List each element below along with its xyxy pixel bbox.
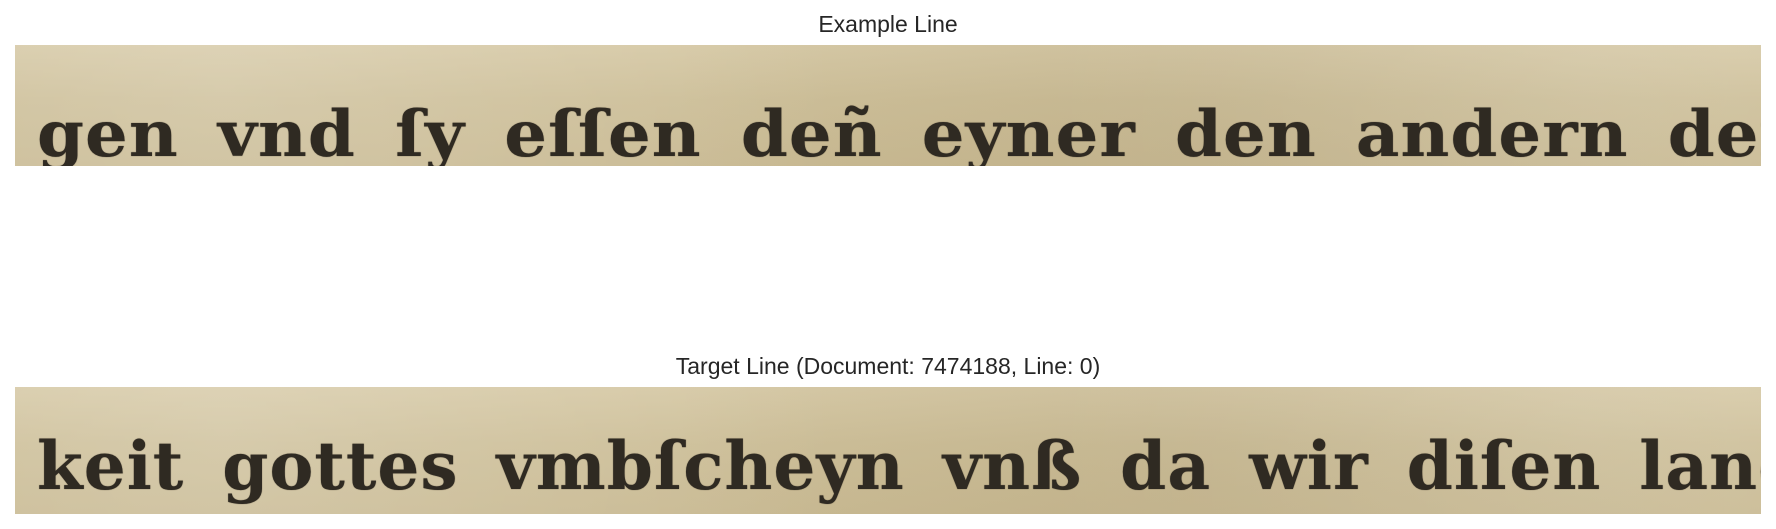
example-line-title: Example Line	[818, 11, 958, 37]
example-line-image: gen vnd ſy eſſen deñ eyner den andern de…	[15, 45, 1761, 166]
target-line-image: keit gottes vmbſcheyn vnß da wir diſen l…	[15, 387, 1761, 514]
target-line-title: Target Line (Document: 7474188, Line: 0)	[675, 353, 1101, 379]
example-line-text: gen vnd ſy eſſen deñ eyner den andern de…	[37, 97, 1761, 166]
target-line-text: keit gottes vmbſcheyn vnß da wir diſen l…	[37, 427, 1761, 505]
